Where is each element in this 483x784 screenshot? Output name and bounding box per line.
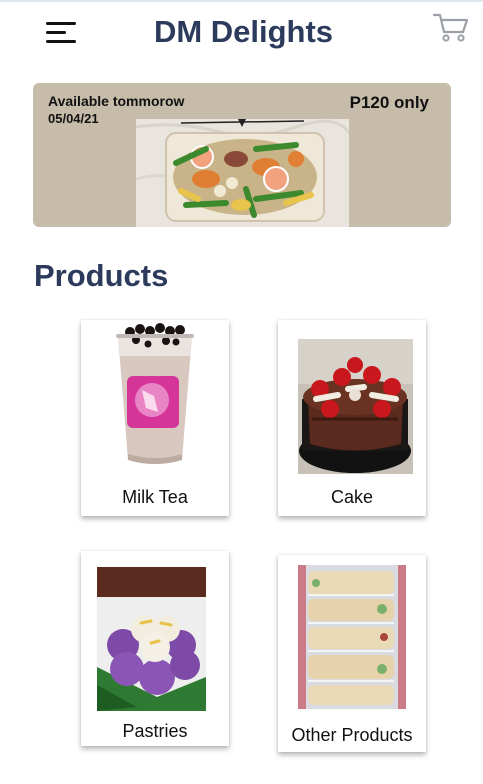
shopping-cart-icon[interactable] <box>432 10 470 44</box>
product-label-pastries: Pastries <box>122 721 188 741</box>
product-label-other-products: Other Products <box>291 725 413 745</box>
product-card-pastries[interactable]: Pastries <box>81 551 229 746</box>
product-label-cake: Cake <box>330 487 374 507</box>
product-label-milk-tea: Milk Tea <box>122 487 188 507</box>
top-divider <box>0 0 483 2</box>
milk-tea-image <box>116 323 194 464</box>
product-card-other-products[interactable]: Other Products <box>278 555 426 752</box>
product-card-cake[interactable]: Cake <box>278 320 426 516</box>
products-heading: Products <box>34 258 169 293</box>
app-title: DM Delights <box>153 14 334 49</box>
pastries-image <box>97 567 206 711</box>
banner-price: P120 only <box>349 93 429 112</box>
promo-banner[interactable]: Available tommorow 05/04/21 P120 only <box>33 83 451 227</box>
cake-image <box>298 339 413 474</box>
product-card-milk-tea[interactable]: Milk Tea <box>81 320 229 516</box>
banner-food-image <box>136 119 349 227</box>
banner-availability: Available tommorow <box>48 93 185 109</box>
other-products-image <box>298 565 406 709</box>
banner-date: 05/04/21 <box>48 111 99 126</box>
